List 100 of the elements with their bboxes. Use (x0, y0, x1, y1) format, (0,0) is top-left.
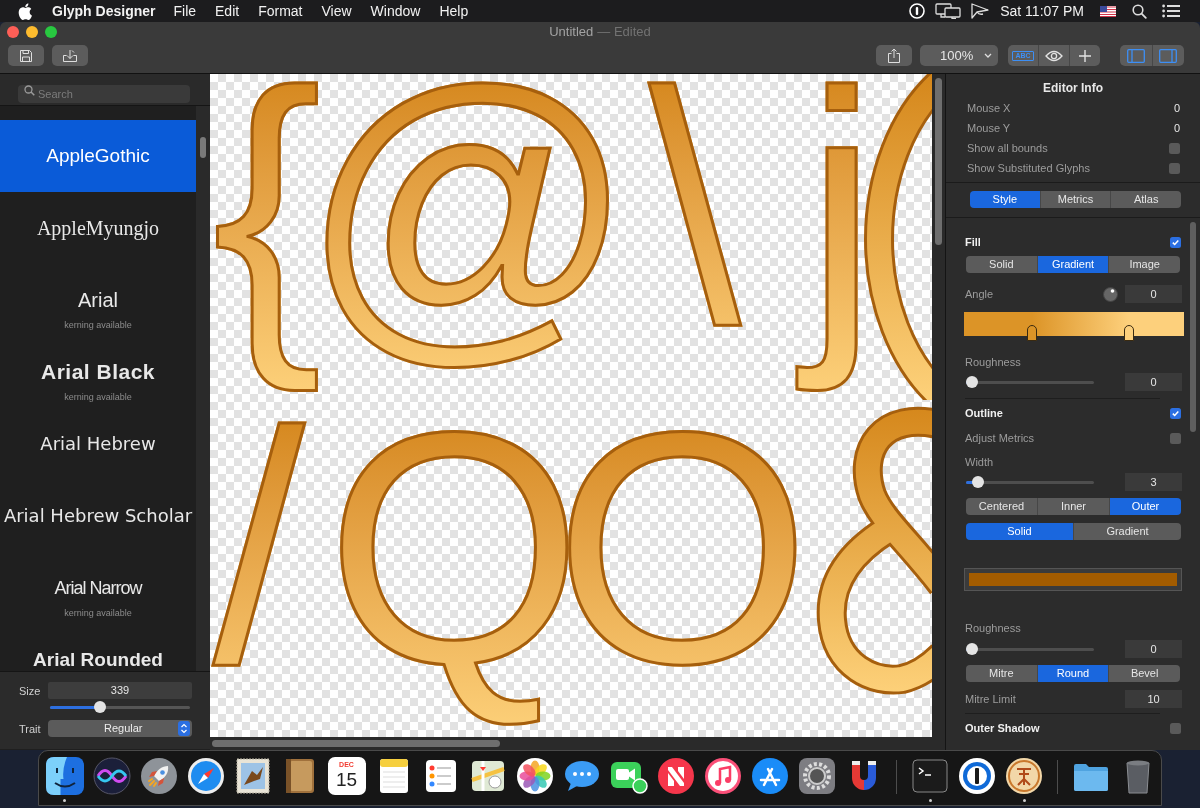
share-button[interactable] (876, 45, 912, 66)
sidebar-right-icon (1159, 48, 1178, 63)
eye-icon (1045, 49, 1063, 62)
save-button[interactable] (8, 45, 44, 66)
list-icon[interactable] (1162, 4, 1180, 18)
knob-icon[interactable] (1103, 286, 1118, 302)
segment[interactable]: Outer (1109, 498, 1181, 515)
segment[interactable]: Gradient (1073, 523, 1181, 540)
segment[interactable]: Mitre (966, 665, 1037, 682)
font-name: AppleGothic (46, 144, 150, 168)
rocket-icon[interactable] (139, 757, 178, 795)
menu-item[interactable]: File (173, 0, 197, 22)
slider[interactable] (966, 643, 1094, 655)
compass-icon[interactable] (186, 757, 225, 795)
size-field[interactable]: 339 (48, 682, 192, 699)
slider[interactable] (966, 376, 1094, 388)
floppy-disk-icon (19, 48, 33, 63)
number-field[interactable]: 3 (1125, 473, 1182, 491)
number-field[interactable]: 10 (1125, 690, 1182, 708)
flag-icon[interactable] (1100, 5, 1116, 17)
right-panel-toggle[interactable] (1151, 45, 1184, 66)
minimize-button[interactable] (26, 26, 38, 38)
scrollbar-thumb[interactable] (200, 137, 206, 158)
size-slider[interactable] (50, 701, 190, 713)
export-button[interactable] (52, 45, 88, 66)
field-label: Mitre Limit (965, 692, 1016, 706)
left-panel-toggle[interactable] (1120, 45, 1152, 66)
scrollbar-thumb[interactable] (1190, 222, 1196, 432)
font-name: Arial Hebrew Scholar (3, 504, 193, 528)
face-icon[interactable] (45, 757, 84, 795)
app-menu[interactable]: Glyph Designer (52, 0, 156, 22)
gear-icon[interactable] (797, 757, 836, 795)
checkbox[interactable] (1169, 162, 1180, 174)
stamp-icon[interactable] (233, 757, 272, 795)
segment[interactable]: Image (1108, 256, 1180, 273)
segment[interactable]: Gradient (1036, 256, 1109, 273)
checkbox[interactable] (1170, 407, 1181, 419)
value-text: 0 (1173, 101, 1180, 115)
zoom-dropdown[interactable]: 100% (920, 45, 998, 66)
segment[interactable]: Inner (1037, 498, 1109, 515)
eye-button[interactable] (1038, 45, 1069, 66)
tab[interactable]: Atlas (1110, 191, 1181, 208)
scrollbar-thumb[interactable] (212, 740, 500, 747)
tray-arrow-icon (62, 48, 78, 63)
tab[interactable]: Style (970, 191, 1040, 208)
gradient-stop-handle[interactable] (1124, 325, 1134, 341)
number-field[interactable]: 0 (1125, 285, 1182, 303)
close-button[interactable] (7, 26, 19, 38)
menu-item[interactable]: Help (439, 0, 469, 22)
clock[interactable]: Sat 11:07 PM (1000, 0, 1084, 22)
paper-plane-icon[interactable] (970, 3, 991, 19)
number-field[interactable]: 0 (1125, 373, 1182, 391)
segment[interactable]: Round (1036, 665, 1109, 682)
circle-bar-icon[interactable] (909, 3, 926, 19)
menu-item[interactable]: View (321, 0, 352, 22)
terminal-icon[interactable] (911, 757, 949, 795)
menu-item[interactable]: Window (370, 0, 421, 22)
field-label: Size (18, 683, 42, 698)
stylized-n-icon[interactable] (656, 757, 695, 795)
zoom-button[interactable] (45, 26, 57, 38)
segment[interactable]: Bevel (1108, 665, 1180, 682)
music-note-icon[interactable] (703, 757, 742, 795)
slider[interactable] (966, 476, 1094, 488)
search-icon (24, 84, 35, 96)
field-label: Trait (18, 721, 42, 736)
flower-icon[interactable] (515, 757, 554, 795)
slider-thumb[interactable] (966, 643, 978, 655)
scrollbar-thumb[interactable] (935, 78, 942, 245)
checkbox[interactable] (1170, 722, 1181, 734)
font-list-item[interactable]: AppleGothic (0, 120, 196, 192)
tab[interactable]: Metrics (1039, 191, 1111, 208)
circle-bar-icon[interactable] (958, 757, 996, 795)
number-field[interactable]: 0 (1125, 640, 1182, 658)
font-name: Arial (78, 288, 118, 312)
search-field[interactable]: Search (18, 84, 190, 103)
slider-thumb[interactable] (971, 476, 984, 488)
field-label: Show all bounds (967, 141, 1048, 155)
slider-thumb[interactable] (966, 376, 978, 388)
checkbox[interactable] (1170, 236, 1181, 248)
menu-item[interactable]: Format (258, 0, 303, 22)
display-icon[interactable] (935, 3, 962, 19)
share-icon (887, 47, 901, 64)
color-well[interactable] (964, 568, 1182, 591)
segment[interactable]: Centered (966, 498, 1037, 515)
add-button[interactable] (1069, 45, 1100, 66)
segment[interactable]: Solid (966, 523, 1073, 540)
checkbox[interactable] (1169, 142, 1180, 154)
checkbox[interactable] (1170, 432, 1181, 444)
seal-icon[interactable] (1005, 757, 1043, 795)
apple-icon[interactable] (18, 2, 32, 20)
sidebar-left-icon (1126, 48, 1145, 63)
search-icon[interactable] (1132, 3, 1147, 19)
gradient-stop-handle[interactable] (1027, 325, 1038, 341)
menu-item[interactable]: Edit (215, 0, 240, 22)
slider-thumb[interactable] (93, 701, 106, 713)
field-label: Width (965, 455, 995, 469)
a-shape-icon[interactable] (750, 757, 789, 795)
segment[interactable]: Solid (966, 256, 1037, 273)
trait-dropdown[interactable]: Regular (48, 720, 192, 737)
orb-icon[interactable] (92, 757, 131, 795)
